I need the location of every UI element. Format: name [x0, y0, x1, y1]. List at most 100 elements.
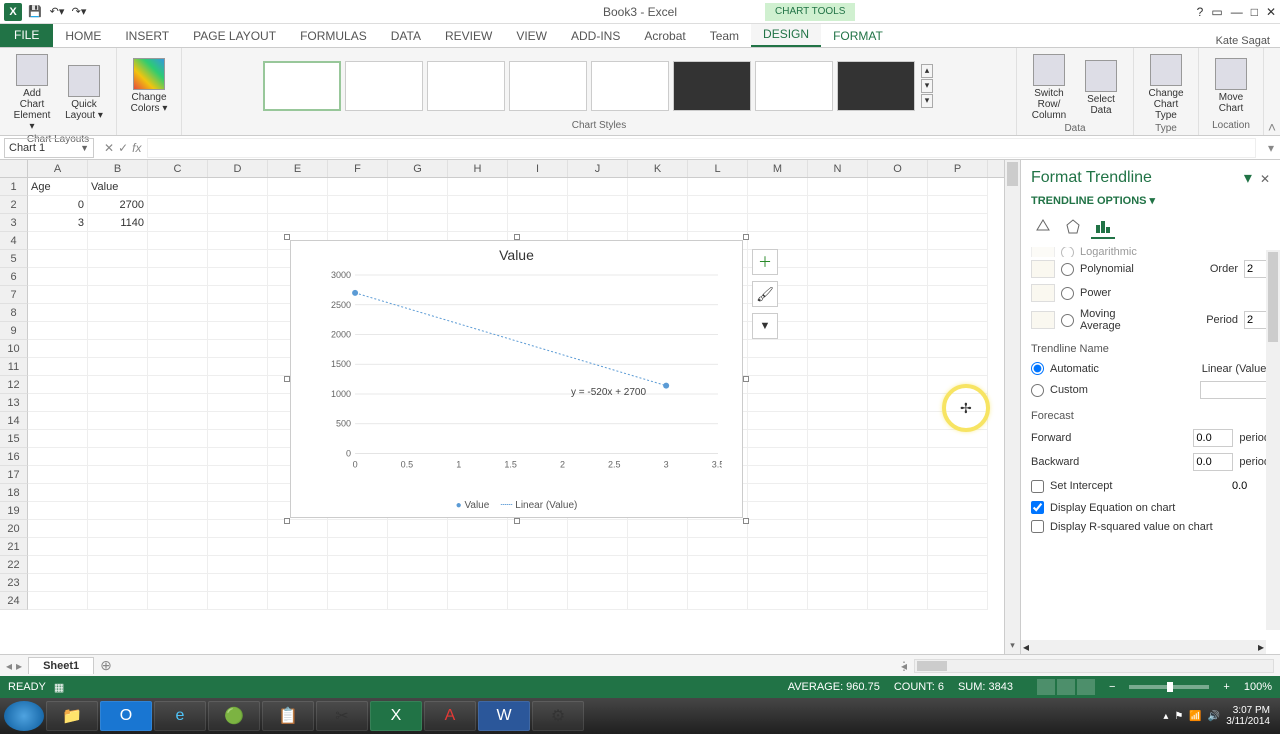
cell[interactable]: [28, 556, 88, 574]
cell[interactable]: [868, 556, 928, 574]
cell[interactable]: [28, 340, 88, 358]
cell[interactable]: [28, 394, 88, 412]
cell[interactable]: [748, 376, 808, 394]
row-header[interactable]: 10: [0, 340, 28, 358]
cell[interactable]: [148, 394, 208, 412]
row-header[interactable]: 24: [0, 592, 28, 610]
name-box[interactable]: Chart 1 ▼: [4, 138, 94, 158]
cell[interactable]: [928, 322, 988, 340]
cell[interactable]: [748, 214, 808, 232]
cell[interactable]: [148, 502, 208, 520]
column-header[interactable]: N: [808, 160, 868, 177]
select-data-button[interactable]: Select Data: [1077, 58, 1125, 118]
sheet-nav[interactable]: ◂▸: [0, 659, 28, 673]
cell[interactable]: [148, 178, 208, 196]
cell[interactable]: [88, 304, 148, 322]
cell[interactable]: [928, 250, 988, 268]
cell[interactable]: [808, 358, 868, 376]
taskbar-snip-icon[interactable]: ✂: [316, 701, 368, 731]
page-layout-view-button[interactable]: [1057, 679, 1075, 695]
cell[interactable]: [868, 502, 928, 520]
horizontal-scrollbar[interactable]: ◂ ▸: [914, 659, 1274, 673]
chart-legend[interactable]: ● Value ┄┄ Linear (Value): [291, 500, 742, 511]
cell[interactable]: [868, 358, 928, 376]
cell[interactable]: [748, 358, 808, 376]
undo-icon[interactable]: ↶▾: [48, 3, 66, 21]
cell[interactable]: [328, 520, 388, 538]
close-icon[interactable]: ✕: [1266, 5, 1276, 19]
cell[interactable]: [208, 466, 268, 484]
cell[interactable]: [748, 520, 808, 538]
cell[interactable]: [148, 430, 208, 448]
cell[interactable]: [448, 592, 508, 610]
cell[interactable]: [88, 502, 148, 520]
cell[interactable]: [568, 520, 628, 538]
namebox-dropdown-icon[interactable]: ▼: [80, 143, 89, 153]
cell[interactable]: [688, 214, 748, 232]
chart-style-7[interactable]: [755, 61, 833, 111]
cell[interactable]: [748, 502, 808, 520]
row-header[interactable]: 19: [0, 502, 28, 520]
expand-formula-bar-icon[interactable]: ▾: [1262, 141, 1280, 155]
cell[interactable]: [928, 484, 988, 502]
cell[interactable]: [748, 430, 808, 448]
cell[interactable]: [928, 286, 988, 304]
cell[interactable]: [88, 286, 148, 304]
change-chart-type-button[interactable]: Change Chart Type: [1142, 52, 1190, 123]
cell[interactable]: [928, 178, 988, 196]
column-header[interactable]: K: [628, 160, 688, 177]
styles-gallery-scroll[interactable]: ▴▾▾: [919, 64, 935, 108]
cell[interactable]: [88, 412, 148, 430]
zoom-in-button[interactable]: +: [1223, 681, 1229, 693]
switch-row-column-button[interactable]: Switch Row/ Column: [1025, 52, 1073, 123]
cell[interactable]: [88, 538, 148, 556]
cell[interactable]: [268, 556, 328, 574]
chart-style-3[interactable]: [427, 61, 505, 111]
cell[interactable]: [28, 412, 88, 430]
move-chart-button[interactable]: Move Chart: [1207, 56, 1255, 116]
cell[interactable]: [88, 250, 148, 268]
cell[interactable]: Value: [88, 178, 148, 196]
power-radio[interactable]: [1061, 287, 1074, 300]
cell[interactable]: [28, 448, 88, 466]
cell[interactable]: [568, 214, 628, 232]
taskbar-word-icon[interactable]: W: [478, 701, 530, 731]
cell[interactable]: [928, 448, 988, 466]
cell[interactable]: [268, 196, 328, 214]
cell[interactable]: [928, 520, 988, 538]
cell[interactable]: [208, 430, 268, 448]
cell[interactable]: [808, 322, 868, 340]
chart-style-5[interactable]: [591, 61, 669, 111]
zoom-slider[interactable]: [1129, 685, 1209, 689]
column-header[interactable]: B: [88, 160, 148, 177]
cell[interactable]: [928, 466, 988, 484]
cell[interactable]: [868, 484, 928, 502]
cell[interactable]: [328, 538, 388, 556]
column-header[interactable]: I: [508, 160, 568, 177]
cell[interactable]: [928, 376, 988, 394]
column-header[interactable]: E: [268, 160, 328, 177]
cell[interactable]: [448, 520, 508, 538]
cell[interactable]: [808, 574, 868, 592]
start-button[interactable]: [4, 701, 44, 731]
cell[interactable]: [628, 178, 688, 196]
cell[interactable]: [208, 502, 268, 520]
cell[interactable]: [208, 358, 268, 376]
taskbar-explorer-icon[interactable]: 📁: [46, 701, 98, 731]
column-header[interactable]: L: [688, 160, 748, 177]
cell[interactable]: [148, 466, 208, 484]
cell[interactable]: [928, 394, 988, 412]
chart-style-2[interactable]: [345, 61, 423, 111]
cell[interactable]: [928, 340, 988, 358]
collapse-ribbon-icon[interactable]: ˄: [1264, 48, 1280, 135]
options-tab-icon[interactable]: [1091, 215, 1115, 239]
embedded-chart[interactable]: Value 05001000150020002500300000.511.522…: [290, 240, 743, 518]
cell[interactable]: [388, 556, 448, 574]
scroll-thumb[interactable]: [1007, 162, 1018, 186]
cell[interactable]: 0: [28, 196, 88, 214]
row-header[interactable]: 20: [0, 520, 28, 538]
cell[interactable]: [808, 214, 868, 232]
cell[interactable]: [208, 304, 268, 322]
cell[interactable]: [148, 304, 208, 322]
cell[interactable]: [628, 592, 688, 610]
